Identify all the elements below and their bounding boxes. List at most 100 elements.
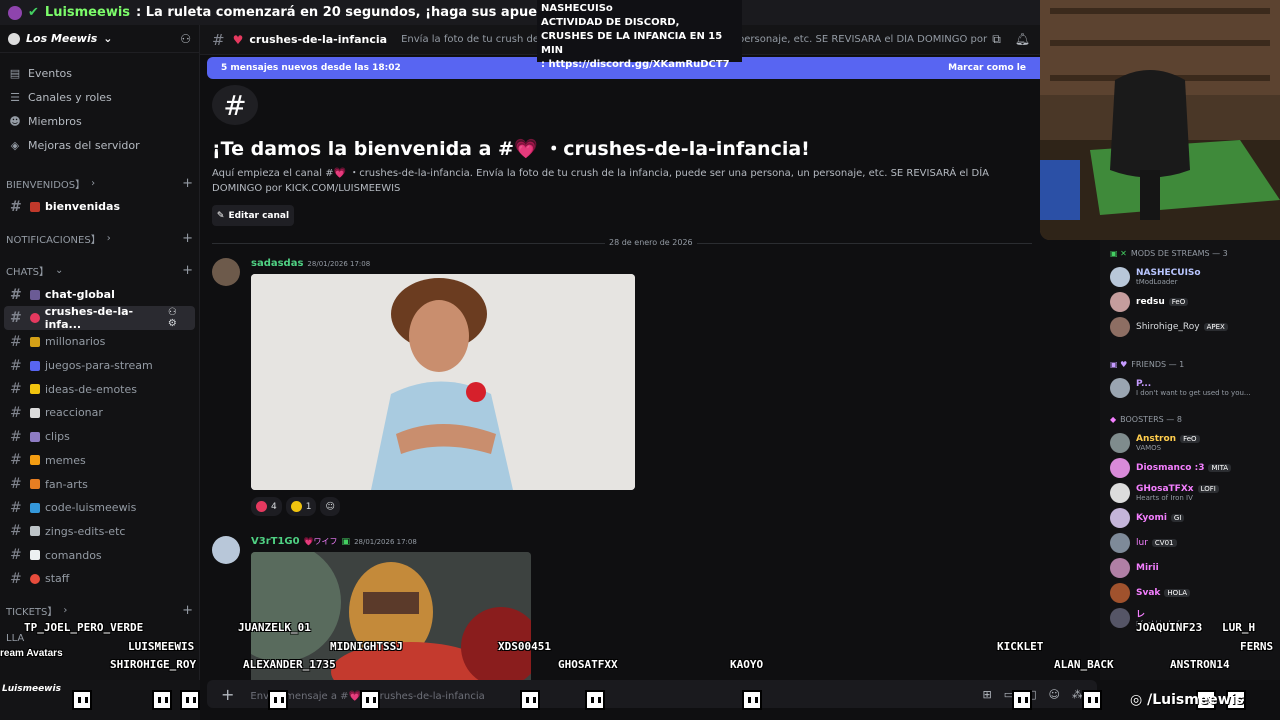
viewer-name: ALAN_BACK [1054, 658, 1114, 671]
channel-juegos[interactable]: # juegos-para-stream [4, 354, 195, 378]
message-image[interactable] [251, 274, 635, 490]
member-row[interactable]: GHosaTFXx LOFI Hearts of Iron IV [1100, 480, 1280, 505]
channel-emoji-icon [30, 550, 40, 561]
channel-emoji-icon [30, 502, 40, 513]
message-author[interactable]: V3rT1G0 [251, 536, 300, 547]
member-name: Diosmanco :3 [1136, 462, 1205, 473]
gift-icon[interactable]: ⊞ [983, 688, 992, 701]
emoji-icon[interactable]: ☺ [1049, 688, 1060, 701]
avatar [1110, 457, 1130, 478]
crying-emoji-icon [290, 501, 302, 512]
hash-icon: # [10, 499, 22, 516]
add-channel-icon[interactable]: + [182, 603, 193, 618]
channel-code[interactable]: # code-luismeewis [4, 496, 195, 520]
member-row[interactable]: lur CV01 [1100, 530, 1280, 555]
member-row[interactable]: Svak HOLA [1100, 580, 1280, 605]
friends-icon: ▣ ♥ [1110, 359, 1128, 369]
nav-channels-roles[interactable]: ☰ Canales y roles [0, 85, 199, 109]
reaction[interactable]: 4 [251, 497, 282, 516]
channel-bienvenidas[interactable]: # bienvenidas [4, 195, 195, 219]
channel-memes[interactable]: # memes [4, 449, 195, 473]
channel-staff[interactable]: # staff [4, 567, 195, 591]
mark-read-button[interactable]: Marcar como le [948, 63, 1026, 73]
welcome-subtitle: Aquí empieza el canal #💗 ・crushes-de-la-… [212, 168, 990, 194]
nav-events[interactable]: ▤ Eventos [0, 61, 199, 85]
viewer-name: JUANZELK_01 [238, 621, 311, 634]
member-row[interactable]: Anstron FeO VAMOS [1100, 430, 1280, 455]
channel-emoji-icon [30, 336, 40, 347]
channel-reaccionar[interactable]: # reaccionar [4, 401, 195, 425]
add-reaction-button[interactable]: ☺ [320, 497, 340, 516]
channel-label: crushes-de-la-infa... [44, 305, 134, 332]
channel-hash-icon: # [212, 85, 258, 125]
reaction[interactable]: 1 [285, 497, 317, 516]
nav-boosts[interactable]: ◈ Mejoras del servidor [0, 133, 199, 157]
member-category-label: FRIENDS — 1 [1131, 359, 1185, 369]
invite-icon[interactable]: ⚇ [180, 32, 191, 46]
hash-icon: # [10, 286, 22, 303]
channel-comandos[interactable]: # comandos [4, 543, 195, 567]
channel-label: reaccionar [45, 406, 103, 420]
channel-chat-global[interactable]: # chat-global [4, 283, 195, 307]
chevron-down-icon: ⌄ [55, 265, 64, 277]
plus-icon[interactable]: + [221, 685, 234, 704]
viewer-name: FERNS [1240, 640, 1274, 653]
avatar[interactable] [212, 258, 240, 286]
category-chats[interactable]: CHATS】 ⌄ + [0, 259, 199, 283]
channel-ideas[interactable]: # ideas-de-emotes [4, 377, 195, 401]
role-badge: 💗ワイフ [303, 537, 338, 546]
message-author[interactable]: sadasdas [251, 258, 303, 269]
server-header[interactable]: Los Meewis ⌄ ⚇ [0, 25, 199, 53]
member-row[interactable]: Diosmanco :3 MITA [1100, 455, 1280, 480]
add-channel-icon[interactable]: + [182, 263, 193, 278]
category-tickets[interactable]: TICKETS】 › + [0, 599, 199, 623]
announcement-line: : https://discord.gg/XKamRuDCT7 [541, 59, 730, 70]
channel-crushes[interactable]: # crushes-de-la-infa... ⚇ ⚙ [4, 305, 195, 332]
viewer-name: GHOSATFXX [558, 658, 618, 671]
announcement-line: ACTIVIDAD DE DISCORD, [541, 17, 680, 28]
viewer-name: KICKLET [997, 640, 1044, 653]
social-handle: ◎ /Luismeewis [1130, 692, 1244, 708]
edit-channel-button[interactable]: ✎ Editar canal [212, 205, 294, 226]
new-messages-text: 5 mensajes nuevos desde las 18:02 [221, 63, 401, 73]
stream-avatars-label: ream Avatars [0, 648, 63, 659]
server-tag: FeO [1180, 434, 1200, 443]
message-composer[interactable]: + Enviar mensaje a #💗 ・crushes-de-la-inf… [207, 680, 1097, 708]
channel-settings-icon[interactable]: ⚇ ⚙ [168, 307, 189, 329]
hash-icon: # [10, 476, 22, 493]
member-row[interactable]: redsu FeO [1100, 289, 1280, 314]
nav-members[interactable]: ☻ Miembros [0, 109, 199, 133]
channel-fan-arts[interactable]: # fan-arts [4, 472, 195, 496]
server-tag: GI [1170, 513, 1185, 522]
avatar [1110, 266, 1130, 287]
member-row[interactable]: Mirii [1100, 555, 1280, 580]
member-category-label: MODS DE STREAMS — 3 [1130, 248, 1228, 258]
add-channel-icon[interactable]: + [182, 176, 193, 191]
avatar [1110, 507, 1130, 528]
channel-label: bienvenidas [45, 200, 121, 214]
member-row[interactable]: P... I don't want to get used to you... [1100, 375, 1280, 400]
member-row[interactable]: NASHECUISo tModLoader [1100, 264, 1280, 289]
channel-label: millonarios [45, 335, 106, 349]
viewer-name: JOAQUINF23 [1136, 621, 1203, 634]
add-channel-icon[interactable]: + [182, 231, 193, 246]
avatar [1110, 291, 1130, 312]
channel-clips[interactable]: # clips [4, 425, 195, 449]
bell-icon[interactable]: 🔔︎ [1015, 32, 1030, 47]
server-tag: MITA [1208, 463, 1232, 472]
nav-label: Canales y roles [28, 90, 112, 104]
member-name: GHosaTFXx [1136, 483, 1194, 494]
category-notificaciones[interactable]: NOTIFICACIONES】 › + [0, 227, 199, 251]
chevron-down-icon[interactable]: ⌄ [103, 32, 112, 45]
member-row[interactable]: Kyomi GI [1100, 505, 1280, 530]
server-sidebar: Los Meewis ⌄ ⚇ ▤ Eventos ☰ Canales y roles… [0, 25, 200, 720]
category-bienvenidos[interactable]: BIENVENIDOS】 › + [0, 171, 199, 195]
channel-zings[interactable]: # zings-edits-etc [4, 520, 195, 544]
member-row[interactable]: Shirohige_Roy APEX [1100, 314, 1280, 339]
stream-chat-banner: ✔ Luismeewis : La ruleta comenzará en 20… [0, 0, 1040, 25]
category-label: CHATS】 [6, 267, 50, 279]
viewer-name: TP_JOEL_PERO_VERDE [24, 621, 144, 634]
channel-millonarios[interactable]: # millonarios [4, 330, 195, 354]
threads-icon[interactable]: ⧉ [992, 32, 1001, 47]
avatar[interactable] [212, 536, 240, 564]
